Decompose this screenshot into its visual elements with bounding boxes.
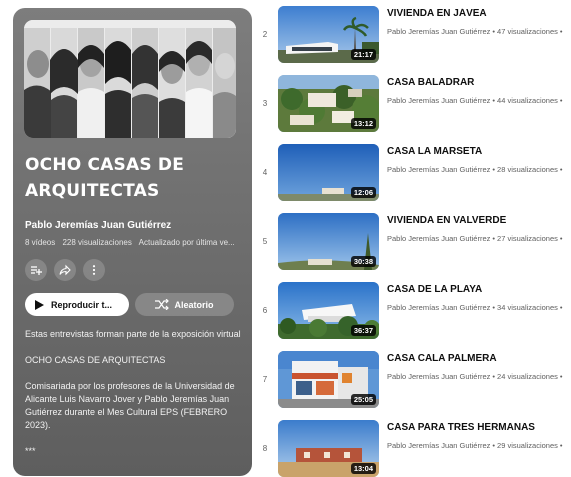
video-channel[interactable]: Pablo Jeremías Juan Gutiérrez (387, 96, 490, 105)
video-title[interactable]: VIVIENDA EN VALVERDE (387, 215, 571, 226)
updated-text: Actualizado por última ve... (138, 238, 235, 247)
video-meta: Pablo Jeremías Juan Gutiérrez • 28 visuali… (387, 165, 571, 174)
video-views: 28 visualizaciones (497, 165, 558, 174)
video-count: 8 vídeos (25, 238, 56, 247)
video-title[interactable]: VIVIENDA EN JÁVEA (387, 8, 571, 19)
video-index: 4 (262, 168, 268, 177)
meta-separator: • (492, 165, 496, 174)
video-channel[interactable]: Pablo Jeremías Juan Gutiérrez (387, 441, 490, 450)
video-index: 2 (262, 30, 268, 39)
meta-separator: • (492, 372, 496, 381)
video-meta: Pablo Jeremías Juan Gutiérrez • 34 visuali… (387, 303, 571, 312)
playlist-video-item[interactable]: 4 12:06 CASA LA MARSETA Pablo Jeremías J… (258, 144, 571, 206)
video-meta: Pablo Jeremías Juan Gutiérrez • 44 visuali… (387, 96, 571, 105)
meta-separator: • (559, 303, 563, 312)
meta-separator: • (559, 96, 563, 105)
video-title[interactable]: CASA DE LA PLAYA (387, 284, 571, 295)
video-views: 24 visualizaciones (497, 372, 558, 381)
video-thumbnail[interactable]: 21:17 (278, 6, 379, 63)
video-duration: 30:38 (350, 256, 376, 267)
meta-separator: • (492, 96, 496, 105)
add-to-queue-button[interactable] (25, 259, 47, 281)
video-duration: 13:12 (350, 118, 376, 129)
more-options-button[interactable] (83, 259, 105, 281)
meta-separator: • (559, 27, 563, 36)
video-title[interactable]: CASA PARA TRES HERMANAS (387, 422, 571, 433)
shuffle-label: Aleatorio (174, 299, 214, 310)
playlist-video-item[interactable]: 7 25:05 CASA CALA PALMERA Pablo Jeremías… (258, 351, 571, 413)
view-count: 228 visualizaciones (62, 238, 132, 247)
playlist-header-panel: OCHO CASAS DE ARQUITECTAS Pablo Jeremías… (13, 8, 252, 476)
video-views: 47 visualizaciones (497, 27, 558, 36)
play-all-button[interactable]: Reproducir t... (25, 293, 129, 316)
video-thumbnail[interactable]: 12:06 (278, 144, 379, 201)
video-thumbnail[interactable]: 13:04 (278, 420, 379, 477)
video-index: 3 (262, 99, 268, 108)
meta-separator: • (559, 234, 563, 243)
video-duration: 13:04 (350, 463, 376, 474)
meta-separator: • (492, 441, 496, 450)
meta-separator: • (559, 372, 563, 381)
description-paragraph: OCHO CASAS DE ARQUITECTAS (25, 355, 166, 365)
playlist-cover-image[interactable] (24, 20, 236, 138)
video-index: 7 (262, 375, 268, 384)
playlist-description: Estas entrevistas forman parte de la exp… (25, 328, 241, 471)
video-views: 44 visualizaciones (497, 96, 558, 105)
shuffle-button[interactable]: Aleatorio (135, 293, 234, 316)
meta-separator: • (492, 303, 496, 312)
share-icon (59, 264, 71, 276)
meta-separator: • (559, 441, 563, 450)
video-channel[interactable]: Pablo Jeremías Juan Gutiérrez (387, 372, 490, 381)
play-all-label: Reproducir t... (51, 299, 113, 310)
video-meta: Pablo Jeremías Juan Gutiérrez • 29 visuali… (387, 441, 571, 450)
description-paragraph: Comisariada por los profesores de la Uni… (25, 381, 235, 430)
video-title[interactable]: CASA BALADRAR (387, 77, 571, 88)
playlist-title: OCHO CASAS DE ARQUITECTAS (25, 155, 185, 201)
video-views: 34 visualizaciones (497, 303, 558, 312)
video-views: 29 visualizaciones (497, 441, 558, 450)
video-thumbnail[interactable]: 30:38 (278, 213, 379, 270)
playlist-video-item[interactable]: 3 13:12 CASA BALADRAR Pablo Jeremías Jua… (258, 75, 571, 137)
meta-separator: • (492, 27, 496, 36)
meta-separator: • (559, 165, 563, 174)
playlist-video-item[interactable]: 6 36:37 CASA DE LA PLAYA Pablo Jeremías … (258, 282, 571, 344)
more-icon (88, 264, 100, 276)
video-duration: 21:17 (350, 49, 376, 60)
video-index: 8 (262, 444, 268, 453)
video-duration: 25:05 (350, 394, 376, 405)
description-paragraph: Estas entrevistas forman parte de la exp… (25, 329, 241, 339)
video-views: 27 visualizaciones (497, 234, 558, 243)
video-channel[interactable]: Pablo Jeremías Juan Gutiérrez (387, 165, 490, 174)
add-to-queue-icon (30, 264, 42, 276)
share-button[interactable] (54, 259, 76, 281)
playlist-video-item[interactable]: 5 30:38 VIVIENDA EN VALVERDE Pablo Jerem… (258, 213, 571, 275)
playlist-owner[interactable]: Pablo Jeremías Juan Gutiérrez (25, 220, 245, 231)
video-meta: Pablo Jeremías Juan Gutiérrez • 47 visuali… (387, 27, 571, 36)
video-index: 6 (262, 306, 268, 315)
playlist-video-item[interactable]: 8 13:04 CASA PARA TRES HERMANAS Pablo Je… (258, 420, 571, 477)
video-thumbnail[interactable]: 36:37 (278, 282, 379, 339)
video-meta: Pablo Jeremías Juan Gutiérrez • 24 visuali… (387, 372, 571, 381)
video-title[interactable]: CASA LA MARSETA (387, 146, 571, 157)
video-channel[interactable]: Pablo Jeremías Juan Gutiérrez (387, 303, 490, 312)
playlist-meta: 8 vídeos 228 visualizaciones Actualizado… (25, 238, 249, 247)
meta-separator: • (492, 234, 496, 243)
video-index: 5 (262, 237, 268, 246)
video-title[interactable]: CASA CALA PALMERA (387, 353, 571, 364)
video-channel[interactable]: Pablo Jeremías Juan Gutiérrez (387, 234, 490, 243)
description-paragraph: *** (25, 446, 36, 456)
video-duration: 36:37 (350, 325, 376, 336)
video-duration: 12:06 (350, 187, 376, 198)
video-meta: Pablo Jeremías Juan Gutiérrez • 27 visuali… (387, 234, 571, 243)
video-channel[interactable]: Pablo Jeremías Juan Gutiérrez (387, 27, 490, 36)
video-thumbnail[interactable]: 13:12 (278, 75, 379, 132)
shuffle-icon (155, 299, 170, 310)
play-icon (35, 299, 44, 310)
video-thumbnail[interactable]: 25:05 (278, 351, 379, 408)
playlist-video-item[interactable]: 2 21:17 VIVIENDA EN JÁVEA Pablo Jeremías… (258, 6, 571, 68)
